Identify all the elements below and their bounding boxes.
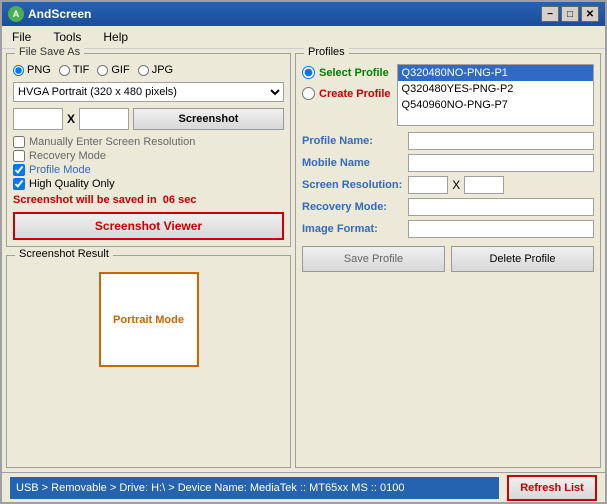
tif-radio[interactable] <box>59 65 70 76</box>
png-radio[interactable] <box>13 65 24 76</box>
tif-label: TIF <box>73 64 90 76</box>
gif-label: GIF <box>111 64 129 76</box>
profile-actions: Save Profile Delete Profile <box>302 246 594 272</box>
x-separator: X <box>67 112 75 126</box>
screenshot-button[interactable]: Screenshot <box>133 108 284 130</box>
menu-file[interactable]: File <box>6 28 37 46</box>
resolution-select[interactable]: HVGA Portrait (320 x 480 pixels) <box>13 82 284 102</box>
gif-radio[interactable] <box>97 65 108 76</box>
result-title: Screenshot Result <box>15 248 113 260</box>
refresh-button[interactable]: Refresh List <box>507 475 597 501</box>
recovery-label: Recovery Mode <box>29 150 106 162</box>
select-profile-radio[interactable] <box>302 66 315 79</box>
status-prefix: Screenshot will be saved in <box>13 194 157 206</box>
screenshot-result-group: Screenshot Result Portrait Mode <box>6 255 291 468</box>
select-profile-label: Select Profile <box>319 67 389 79</box>
portrait-box: Portrait Mode <box>99 272 199 367</box>
create-profile-label: Create Profile <box>319 88 391 100</box>
profiles-radios: Select Profile Create Profile <box>302 64 391 126</box>
checkboxes: Manually Enter Screen Resolution Recover… <box>13 136 284 190</box>
screen-res-label: Screen Resolution: <box>302 179 402 191</box>
recovery-mode-label: Recovery Mode: <box>302 201 402 213</box>
manual-res-label: Manually Enter Screen Resolution <box>29 136 195 148</box>
save-profile-button[interactable]: Save Profile <box>302 246 445 272</box>
menu-help[interactable]: Help <box>97 28 134 46</box>
recovery-check-label[interactable]: Recovery Mode <box>13 150 284 162</box>
mobile-name-label: Mobile Name <box>302 157 402 169</box>
profile-fields: Profile Name: P1 Mobile Name QMobile Noi… <box>302 132 594 238</box>
status-text: Screenshot will be saved in 06 sec <box>13 194 284 206</box>
file-save-title: File Save As <box>15 46 84 58</box>
jpg-radio-label[interactable]: JPG <box>138 64 173 76</box>
profile-item-2[interactable]: Q540960NO-PNG-P7 <box>398 97 593 113</box>
image-format-label: Image Format: <box>302 223 402 235</box>
portrait-label: Portrait Mode <box>113 314 184 326</box>
jpg-label: JPG <box>152 64 173 76</box>
mobile-name-input[interactable]: QMobile Noir A2 <box>408 154 594 172</box>
recovery-mode-input[interactable]: NO <box>408 198 594 216</box>
create-profile-radio[interactable] <box>302 87 315 100</box>
profiles-list[interactable]: Q320480NO-PNG-P1 Q320480YES-PNG-P2 Q5409… <box>397 64 594 126</box>
profiles-title: Profiles <box>304 46 349 58</box>
file-save-row: PNG TIF GIF JPG <box>13 64 284 76</box>
window-title: AndScreen <box>28 7 91 21</box>
status-suffix: sec <box>178 194 196 206</box>
quality-label: High Quality Only <box>29 178 115 190</box>
status-bar: USB > Removable > Drive: H:\ > Device Na… <box>2 472 605 502</box>
file-save-group: File Save As PNG TIF GIF <box>6 53 291 247</box>
profiles-group: Profiles Select Profile Create Profile <box>295 53 601 468</box>
recovery-checkbox[interactable] <box>13 150 25 162</box>
height-input[interactable]: 480 <box>79 108 129 130</box>
gif-radio-label[interactable]: GIF <box>97 64 129 76</box>
profile-name-label: Profile Name: <box>302 135 402 147</box>
profile-checkbox[interactable] <box>13 164 25 176</box>
main-content: File Save As PNG TIF GIF <box>2 49 605 472</box>
image-format-input[interactable]: PNG <box>408 220 594 238</box>
profile-width-input[interactable]: 320 <box>408 176 448 194</box>
screen-res-row: 320 X 480 <box>408 176 594 194</box>
resolution-row: HVGA Portrait (320 x 480 pixels) <box>13 82 284 102</box>
status-time: 06 <box>160 194 175 206</box>
profile-name-input[interactable]: P1 <box>408 132 594 150</box>
menu-tools[interactable]: Tools <box>47 28 87 46</box>
quality-check-label[interactable]: High Quality Only <box>13 178 284 190</box>
close-button[interactable]: ✕ <box>581 6 599 22</box>
main-window: A AndScreen − □ ✕ File Tools Help File S… <box>0 0 607 504</box>
title-bar-left: A AndScreen <box>8 6 91 22</box>
delete-profile-button[interactable]: Delete Profile <box>451 246 594 272</box>
profiles-top: Select Profile Create Profile Q320480NO-… <box>302 64 594 126</box>
manual-res-checkbox[interactable] <box>13 136 25 148</box>
restore-button[interactable]: □ <box>561 6 579 22</box>
profile-item-1[interactable]: Q320480YES-PNG-P2 <box>398 81 593 97</box>
screenshot-viewer-button[interactable]: Screenshot Viewer <box>13 212 284 240</box>
res-inputs-row: 320 X 480 Screenshot <box>13 108 284 130</box>
profile-height-input[interactable]: 480 <box>464 176 504 194</box>
title-buttons: − □ ✕ <box>541 6 599 22</box>
profile-label: Profile Mode <box>29 164 91 176</box>
title-bar: A AndScreen − □ ✕ <box>2 2 605 26</box>
left-panel: File Save As PNG TIF GIF <box>6 53 291 468</box>
select-profile-radio-label[interactable]: Select Profile <box>302 66 391 79</box>
tif-radio-label[interactable]: TIF <box>59 64 90 76</box>
minimize-button[interactable]: − <box>541 6 559 22</box>
res-x-label: X <box>452 178 460 192</box>
manual-res-check-label[interactable]: Manually Enter Screen Resolution <box>13 136 284 148</box>
png-radio-label[interactable]: PNG <box>13 64 51 76</box>
width-input[interactable]: 320 <box>13 108 63 130</box>
status-path: USB > Removable > Drive: H:\ > Device Na… <box>10 477 499 499</box>
profile-check-label[interactable]: Profile Mode <box>13 164 284 176</box>
jpg-radio[interactable] <box>138 65 149 76</box>
right-panel: Profiles Select Profile Create Profile <box>295 53 601 468</box>
profile-item-0[interactable]: Q320480NO-PNG-P1 <box>398 65 593 81</box>
app-icon: A <box>8 6 24 22</box>
png-label: PNG <box>27 64 51 76</box>
create-profile-radio-label[interactable]: Create Profile <box>302 87 391 100</box>
quality-checkbox[interactable] <box>13 178 25 190</box>
